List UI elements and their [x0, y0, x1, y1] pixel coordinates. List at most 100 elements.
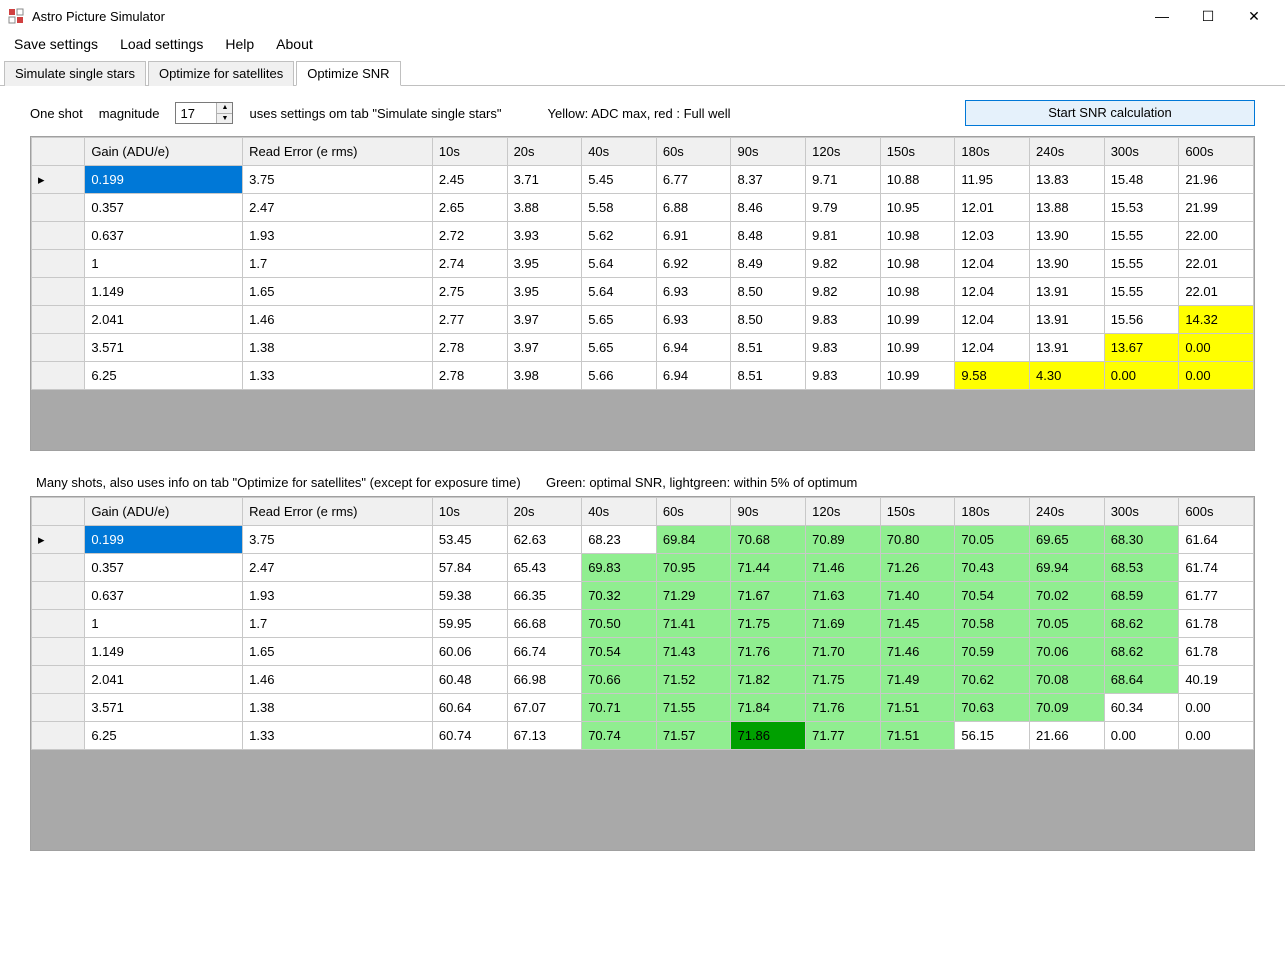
cell-value[interactable]: 68.64	[1104, 666, 1179, 694]
cell-value[interactable]: 9.83	[806, 362, 881, 390]
cell-gain[interactable]: 0.199	[85, 166, 243, 194]
cell-value[interactable]: 71.77	[806, 722, 881, 750]
cell-value[interactable]: 10.95	[880, 194, 955, 222]
cell-value[interactable]: 70.62	[955, 666, 1030, 694]
cell-value[interactable]: 66.68	[507, 610, 582, 638]
column-header[interactable]: 240s	[1030, 498, 1105, 526]
table-row[interactable]: 3.5711.382.783.975.656.948.519.8310.9912…	[32, 334, 1254, 362]
cell-value[interactable]: 15.55	[1104, 250, 1179, 278]
column-header[interactable]: 120s	[806, 498, 881, 526]
cell-value[interactable]: 70.02	[1030, 582, 1105, 610]
grid-one-shot[interactable]: Gain (ADU/e)Read Error (e rms)10s20s40s6…	[30, 136, 1255, 451]
table-row[interactable]: ▸0.1993.752.453.715.456.778.379.7110.881…	[32, 166, 1254, 194]
table-row[interactable]: 1.1491.6560.0666.7470.5471.4371.7671.707…	[32, 638, 1254, 666]
cell-value[interactable]: 6.77	[656, 166, 731, 194]
cell-value[interactable]: 2.72	[432, 222, 507, 250]
cell-value[interactable]: 3.95	[507, 250, 582, 278]
cell-value[interactable]: 12.04	[955, 334, 1030, 362]
cell-value[interactable]: 8.37	[731, 166, 806, 194]
cell-value[interactable]: 61.78	[1179, 610, 1254, 638]
cell-value[interactable]: 59.95	[432, 610, 507, 638]
cell-value[interactable]: 10.99	[880, 334, 955, 362]
cell-gain[interactable]: 1.149	[85, 278, 243, 306]
cell-value[interactable]: 71.41	[656, 610, 731, 638]
menu-save-settings[interactable]: Save settings	[14, 36, 98, 52]
cell-value[interactable]: 71.51	[880, 694, 955, 722]
column-header[interactable]: Gain (ADU/e)	[85, 498, 243, 526]
cell-value[interactable]: 15.56	[1104, 306, 1179, 334]
cell-value[interactable]: 9.82	[806, 250, 881, 278]
cell-gain[interactable]: 0.357	[85, 554, 243, 582]
cell-value[interactable]: 66.98	[507, 666, 582, 694]
cell-value[interactable]: 11.95	[955, 166, 1030, 194]
cell-value[interactable]: 70.95	[656, 554, 731, 582]
cell-value[interactable]: 5.64	[582, 250, 657, 278]
cell-gain[interactable]: 1	[85, 610, 243, 638]
maximize-button[interactable]: ☐	[1185, 0, 1231, 32]
cell-value[interactable]: 67.13	[507, 722, 582, 750]
cell-value[interactable]: 13.90	[1030, 222, 1105, 250]
cell-value[interactable]: 71.45	[880, 610, 955, 638]
cell-value[interactable]: 71.75	[731, 610, 806, 638]
cell-value[interactable]: 70.54	[955, 582, 1030, 610]
cell-value[interactable]: 2.78	[432, 334, 507, 362]
cell-value[interactable]: 66.74	[507, 638, 582, 666]
cell-value[interactable]: 6.93	[656, 306, 731, 334]
cell-read-error[interactable]: 1.65	[243, 278, 433, 306]
cell-value[interactable]: 60.34	[1104, 694, 1179, 722]
menu-help[interactable]: Help	[225, 36, 254, 52]
cell-read-error[interactable]: 1.7	[243, 250, 433, 278]
cell-read-error[interactable]: 1.33	[243, 722, 433, 750]
cell-value[interactable]: 2.65	[432, 194, 507, 222]
cell-value[interactable]: 40.19	[1179, 666, 1254, 694]
row-header[interactable]: ▸	[32, 166, 85, 194]
cell-value[interactable]: 69.65	[1030, 526, 1105, 554]
cell-value[interactable]: 0.00	[1179, 334, 1254, 362]
row-header[interactable]	[32, 278, 85, 306]
cell-value[interactable]: 68.30	[1104, 526, 1179, 554]
cell-value[interactable]: 70.43	[955, 554, 1030, 582]
menu-about[interactable]: About	[276, 36, 313, 52]
cell-value[interactable]: 68.59	[1104, 582, 1179, 610]
cell-value[interactable]: 3.93	[507, 222, 582, 250]
cell-value[interactable]: 9.58	[955, 362, 1030, 390]
table-row[interactable]: 6.251.3360.7467.1370.7471.5771.8671.7771…	[32, 722, 1254, 750]
column-header[interactable]: 90s	[731, 498, 806, 526]
cell-value[interactable]: 71.26	[880, 554, 955, 582]
column-header[interactable]: Gain (ADU/e)	[85, 138, 243, 166]
cell-value[interactable]: 22.01	[1179, 278, 1254, 306]
cell-value[interactable]: 2.74	[432, 250, 507, 278]
cell-value[interactable]: 12.04	[955, 278, 1030, 306]
cell-value[interactable]: 12.04	[955, 250, 1030, 278]
row-header[interactable]	[32, 722, 85, 750]
close-button[interactable]: ✕	[1231, 0, 1277, 32]
cell-value[interactable]: 3.95	[507, 278, 582, 306]
spin-down-icon[interactable]: ▼	[217, 114, 232, 124]
cell-value[interactable]: 5.66	[582, 362, 657, 390]
cell-read-error[interactable]: 2.47	[243, 554, 433, 582]
cell-value[interactable]: 70.05	[955, 526, 1030, 554]
cell-value[interactable]: 70.32	[582, 582, 657, 610]
cell-read-error[interactable]: 1.33	[243, 362, 433, 390]
row-header[interactable]	[32, 250, 85, 278]
cell-gain[interactable]: 1	[85, 250, 243, 278]
cell-value[interactable]: 70.54	[582, 638, 657, 666]
column-header[interactable]: 40s	[582, 138, 657, 166]
cell-value[interactable]: 5.58	[582, 194, 657, 222]
cell-read-error[interactable]: 1.38	[243, 334, 433, 362]
column-header[interactable]: 300s	[1104, 138, 1179, 166]
magnitude-input[interactable]	[176, 103, 216, 123]
cell-read-error[interactable]: 3.75	[243, 166, 433, 194]
cell-value[interactable]: 70.06	[1030, 638, 1105, 666]
cell-value[interactable]: 9.81	[806, 222, 881, 250]
cell-value[interactable]: 3.97	[507, 334, 582, 362]
cell-value[interactable]: 13.83	[1030, 166, 1105, 194]
cell-value[interactable]: 8.51	[731, 334, 806, 362]
cell-value[interactable]: 71.86	[731, 722, 806, 750]
cell-value[interactable]: 0.00	[1179, 722, 1254, 750]
row-header[interactable]	[32, 638, 85, 666]
cell-gain[interactable]: 3.571	[85, 694, 243, 722]
cell-value[interactable]: 5.62	[582, 222, 657, 250]
cell-value[interactable]: 14.32	[1179, 306, 1254, 334]
cell-value[interactable]: 71.44	[731, 554, 806, 582]
